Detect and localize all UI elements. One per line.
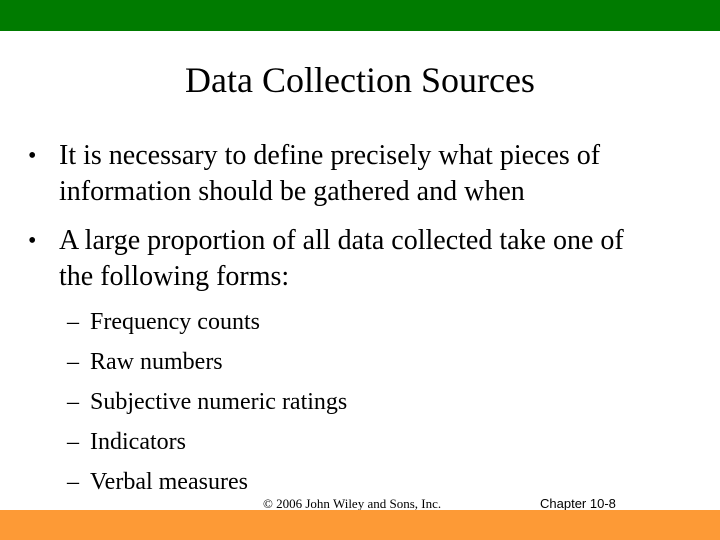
bullet-dot-icon: • [28,228,37,254]
sub-bullet-text: Verbal measures [90,469,248,495]
bullet-line: information should be gathered and when [59,176,525,207]
bullet-item: • It is necessary to define precisely wh… [28,138,719,210]
bullet-line: A large proportion of all data collected… [59,225,624,256]
sub-bullet-text: Subjective numeric ratings [90,389,348,415]
slide-title: Data Collection Sources [185,60,535,100]
bottom-accent-bar [0,510,720,540]
sub-bullet-item: – Frequency counts [67,307,260,337]
sub-bullet-text: Raw numbers [90,349,223,375]
top-accent-bar [0,0,720,31]
bullet-line: It is necessary to define precisely what… [59,140,601,171]
sub-bullet-item: – Indicators [67,427,186,457]
dash-icon: – [67,389,79,415]
bullet-line: the following forms: [59,261,290,292]
dash-icon: – [67,349,79,375]
bullet-item: • A large proportion of all data collect… [28,223,719,295]
sub-bullet-text: Indicators [90,429,186,455]
dash-icon: – [67,429,79,455]
bullet-dot-icon: • [28,143,37,169]
sub-bullet-item: – Subjective numeric ratings [67,387,347,417]
dash-icon: – [67,469,79,495]
sub-bullet-item: – Verbal measures [67,467,248,497]
sub-bullet-item: – Raw numbers [67,347,223,377]
dash-icon: – [67,309,79,335]
sub-bullet-text: Frequency counts [90,309,260,335]
